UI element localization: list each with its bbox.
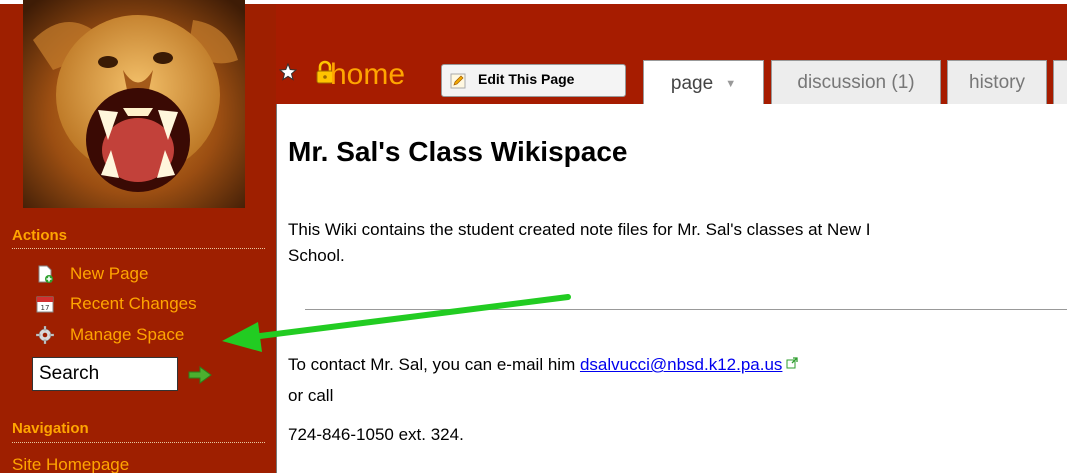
gear-icon — [36, 326, 54, 344]
new-page-icon — [38, 265, 53, 283]
edit-page-label: Edit This Page — [478, 71, 575, 87]
email-link[interactable]: dsalvucci@nbsd.k12.pa.us — [580, 355, 782, 374]
tab-history[interactable]: history — [947, 60, 1047, 104]
page-heading: Mr. Sal's Class Wikispace — [288, 136, 628, 167]
lion-photo-icon — [23, 0, 245, 208]
contact-line: To contact Mr. Sal, you can e-mail him d… — [288, 355, 799, 375]
edit-page-button[interactable]: Edit This Page — [441, 64, 626, 97]
external-link-icon — [786, 357, 799, 369]
contact-prefix: To contact Mr. Sal, you can e-mail him — [288, 355, 580, 374]
lion-logo[interactable] — [23, 0, 245, 208]
tab-discussion[interactable]: discussion (1) — [771, 60, 941, 104]
actions-heading: Actions — [12, 227, 68, 244]
tab-page[interactable]: page ▼ — [643, 60, 764, 106]
navigation-divider — [12, 442, 265, 443]
sidebar-item-label: New Page — [70, 264, 149, 283]
star-icon[interactable] — [279, 63, 297, 81]
tab-label: page — [670, 72, 714, 94]
chevron-down-icon: ▼ — [725, 77, 737, 90]
intro-paragraph: This Wiki contains the student created n… — [288, 217, 1067, 269]
sidebar-item-label: Manage Space — [70, 325, 185, 344]
right-arrow-icon[interactable] — [188, 366, 212, 384]
calendar-icon: 17 — [36, 296, 54, 313]
navigation-heading: Navigation — [12, 420, 89, 437]
actions-divider — [12, 248, 265, 249]
page-title-home: home — [330, 58, 406, 91]
wiki-page: Actions New Page 17 Recent Changes Manag… — [0, 0, 1067, 473]
intro-text: This Wiki contains the student created n… — [288, 220, 871, 239]
svg-text:17: 17 — [41, 304, 50, 312]
pencil-icon — [450, 73, 466, 89]
search-input[interactable] — [32, 357, 178, 391]
phone-text: 724-846-1050 ext. 324. — [288, 425, 464, 444]
tab-label: history — [969, 71, 1025, 93]
sidebar-item-site-homepage[interactable]: Site Homepage — [12, 455, 129, 473]
intro-text-line2: School. — [288, 246, 345, 265]
horizontal-rule — [305, 309, 1067, 310]
sidebar-item-label: Recent Changes — [70, 294, 197, 313]
tab-overflow[interactable] — [1053, 60, 1067, 104]
or-call-text: or call — [288, 386, 334, 405]
tab-label: discussion (1) — [797, 71, 915, 93]
